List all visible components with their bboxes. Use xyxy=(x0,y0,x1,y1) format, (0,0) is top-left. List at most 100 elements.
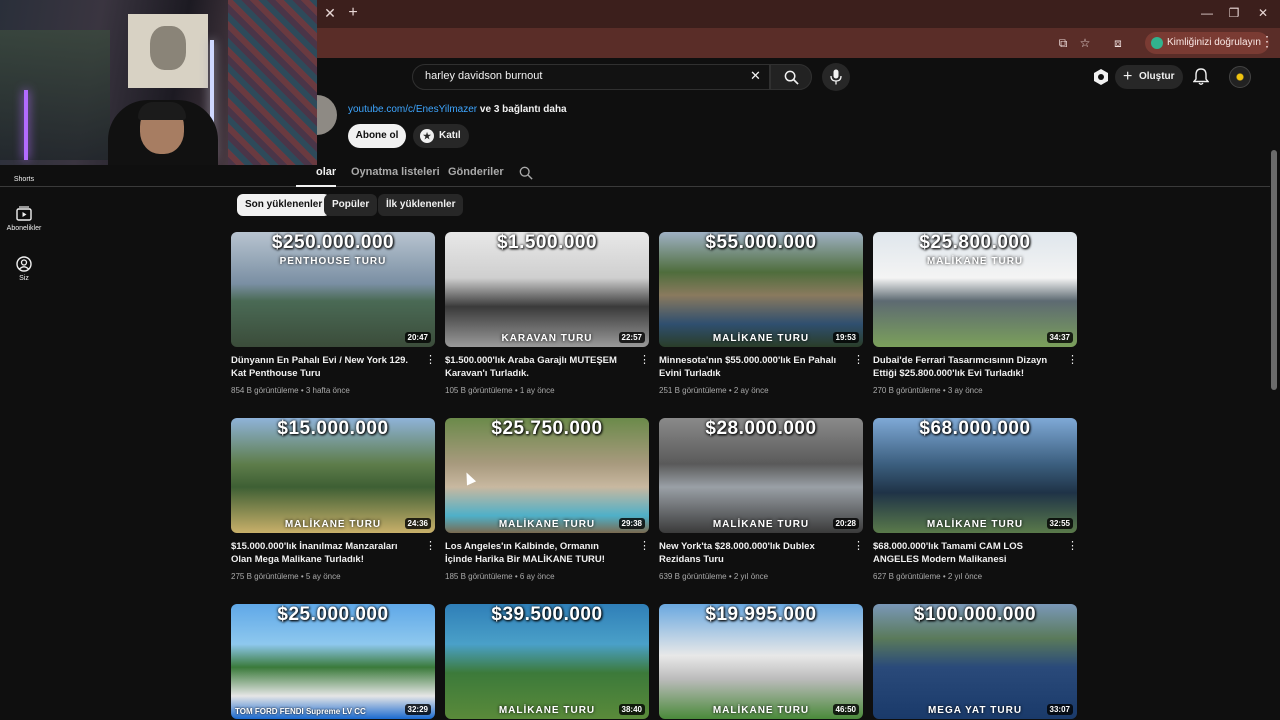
minimize-icon[interactable]: — xyxy=(1196,4,1218,22)
video-thumbnail[interactable]: $55.000.000 MALİKANE TURU 19:53 xyxy=(659,232,863,347)
search-button[interactable] xyxy=(770,64,812,90)
video-title[interactable]: Minnesota'nın $55.000.000'lık En Pahalı … xyxy=(659,354,843,380)
restore-icon[interactable]: ❐ xyxy=(1223,4,1245,22)
video-menu-icon[interactable]: ⋮ xyxy=(853,541,864,552)
video-thumbnail[interactable]: $15.000.000 MALİKANE TURU 24:36 xyxy=(231,418,435,533)
video-duration: 24:36 xyxy=(404,518,431,529)
webcam-shelf xyxy=(0,30,110,160)
sidebar-item-subscriptions[interactable]: Abonelikler xyxy=(0,206,48,232)
video-card[interactable]: $19.995.000 MALİKANE TURU 46:50 xyxy=(659,604,863,719)
video-card[interactable]: $68.000.000 MALİKANE TURU 32:55 $68.000.000… xyxy=(873,418,1078,581)
thumbnail-price-text: $55.000.000 xyxy=(705,232,817,253)
video-card[interactable]: $28.000.000 MALİKANE TURU 20:28 New York'ta… xyxy=(659,418,864,581)
subscribe-button[interactable]: Abone ol xyxy=(348,124,406,148)
chip-popular[interactable]: Popüler xyxy=(324,194,378,216)
video-duration: 32:55 xyxy=(1046,518,1073,529)
new-tab-icon[interactable]: + xyxy=(344,3,362,23)
microphone-icon xyxy=(830,69,842,85)
sidebar-item-you[interactable]: Siz xyxy=(0,256,48,282)
video-title[interactable]: $68.000.000'lık Tamami CAM LOS ANGELES M… xyxy=(873,540,1057,566)
channel-search-icon[interactable] xyxy=(519,166,533,180)
video-thumbnail[interactable]: $28.000.000 MALİKANE TURU 20:28 xyxy=(659,418,863,533)
video-card[interactable]: $39.500.000 MALİKANE TURU 38:40 xyxy=(445,604,649,719)
channel-avatar[interactable] xyxy=(317,95,337,135)
youtube-studio-icon[interactable] xyxy=(1092,68,1110,86)
video-menu-icon[interactable]: ⋮ xyxy=(853,355,864,366)
create-button[interactable]: + Oluştur xyxy=(1115,65,1183,89)
account-avatar[interactable] xyxy=(1229,66,1251,88)
chip-oldest[interactable]: İlk yüklenenler xyxy=(378,194,464,216)
video-card[interactable]: $15.000.000 MALİKANE TURU 24:36 $15.000.000… xyxy=(231,418,436,581)
tab-posts[interactable]: Gönderiler xyxy=(448,166,504,178)
video-thumbnail[interactable]: $25.000.000 TOM FORD FENDI Supreme LV CC 3… xyxy=(231,604,435,719)
video-meta: 105 B görüntüleme • 1 ay önce xyxy=(445,386,555,395)
video-thumbnail[interactable]: $1.500.000 KARAVAN TURU 22:57 xyxy=(445,232,649,347)
video-thumbnail[interactable]: $39.500.000 MALİKANE TURU 38:40 xyxy=(445,604,649,719)
profile-verify-chip[interactable]: Kimliğinizi doğrulayın xyxy=(1145,32,1269,54)
video-thumbnail[interactable]: $19.995.000 MALİKANE TURU 46:50 xyxy=(659,604,863,719)
video-card[interactable]: $25.750.000 MALİKANE TURU 29:38 Los Angeles… xyxy=(445,418,650,581)
video-duration: 32:29 xyxy=(404,704,431,715)
video-duration: 46:50 xyxy=(832,704,859,715)
video-card[interactable]: $25.000.000 TOM FORD FENDI Supreme LV CC 3… xyxy=(231,604,435,719)
clear-search-icon[interactable]: ✕ xyxy=(750,68,761,84)
video-thumbnail[interactable]: $25.800.000 MALİKANE TURU 34:37 xyxy=(873,232,1077,347)
video-menu-icon[interactable]: ⋮ xyxy=(425,355,436,366)
video-title[interactable]: New York'ta $28.000.000'lık Dublex Rezid… xyxy=(659,540,843,566)
video-menu-icon[interactable]: ⋮ xyxy=(1067,541,1078,552)
webcam-person-beanie xyxy=(138,102,186,120)
video-card[interactable]: $250.000.000 PENTHOUSE TURU 20:47 Dünyanın … xyxy=(231,232,436,395)
channel-links[interactable]: youtube.com/c/EnesYilmazer ve 3 bağlantı… xyxy=(348,104,567,115)
video-thumbnail[interactable]: $25.750.000 MALİKANE TURU 29:38 xyxy=(445,418,649,533)
thumbnail-price-text: $25.800.000 xyxy=(919,232,1031,253)
install-app-icon[interactable]: ⧉ xyxy=(1054,34,1072,52)
browser-menu-icon[interactable]: ⋮ xyxy=(1260,33,1274,53)
video-duration: 20:47 xyxy=(404,332,431,343)
video-menu-icon[interactable]: ⋮ xyxy=(425,541,436,552)
video-title[interactable]: Dubai'de Ferrari Tasarımcısının Dizayn E… xyxy=(873,354,1057,380)
video-card[interactable]: $55.000.000 MALİKANE TURU 19:53 Minnesota'n… xyxy=(659,232,864,395)
video-meta: 251 B görüntüleme • 2 ay önce xyxy=(659,386,769,395)
bookmark-star-icon[interactable]: ☆ xyxy=(1076,34,1094,52)
notifications-bell-icon[interactable] xyxy=(1193,68,1209,86)
video-card[interactable]: $100.000.000 MEGA YAT TURU 33:07 xyxy=(873,604,1077,719)
video-menu-icon[interactable]: ⋮ xyxy=(639,355,650,366)
channel-link-more[interactable]: ve 3 bağlantı daha xyxy=(480,104,567,115)
plus-icon: + xyxy=(1123,68,1133,85)
search-input[interactable]: harley davidson burnout ✕ xyxy=(412,64,770,90)
subscriptions-icon xyxy=(16,206,32,221)
thumbnail-price-text: $1.500.000 xyxy=(496,232,598,253)
video-thumbnail[interactable]: $250.000.000 PENTHOUSE TURU 20:47 xyxy=(231,232,435,347)
video-meta: 275 B görüntüleme • 5 ay önce xyxy=(231,572,341,581)
tab-close-icon[interactable]: ✕ xyxy=(322,4,338,22)
extensions-icon[interactable]: ⧈ xyxy=(1109,34,1127,52)
video-duration: 29:38 xyxy=(618,518,645,529)
voice-search-button[interactable] xyxy=(822,63,850,91)
video-card[interactable]: $1.500.000 KARAVAN TURU 22:57 $1.500.000'lı… xyxy=(445,232,650,395)
sidebar-item-label: Siz xyxy=(19,275,29,282)
create-label: Oluştur xyxy=(1139,71,1175,82)
chip-latest[interactable]: Son yüklenenler xyxy=(237,194,331,216)
close-window-icon[interactable]: ✕ xyxy=(1252,4,1274,22)
thumbnail-brands-text: TOM FORD FENDI Supreme LV CC xyxy=(235,707,366,716)
video-title[interactable]: Los Angeles'ın Kalbinde, Ormanın İçinde … xyxy=(445,540,629,566)
tab-videos[interactable]: olar xyxy=(316,166,336,178)
video-card[interactable]: $25.800.000 MALİKANE TURU 34:37 Dubai'de Fe… xyxy=(873,232,1078,395)
video-title[interactable]: $15.000.000'lık İnanılmaz Manzaraları Ol… xyxy=(231,540,415,566)
page-scrollbar[interactable] xyxy=(1271,150,1277,390)
webcam-graffiti-wall xyxy=(228,0,317,165)
thumbnail-price-text: $25.750.000 xyxy=(491,418,603,439)
video-thumbnail[interactable]: $68.000.000 MALİKANE TURU 32:55 xyxy=(873,418,1077,533)
video-duration: 33:07 xyxy=(1046,704,1073,715)
video-title[interactable]: Dünyanın En Pahalı Evi / New York 129. K… xyxy=(231,354,415,380)
thumbnail-price-text: $15.000.000 xyxy=(277,418,389,439)
tab-playlists[interactable]: Oynatma listeleri xyxy=(351,166,440,178)
profile-chip-label: Kimliğinizi doğrulayın xyxy=(1167,37,1261,48)
video-menu-icon[interactable]: ⋮ xyxy=(639,541,650,552)
video-menu-icon[interactable]: ⋮ xyxy=(1067,355,1078,366)
sidebar-item-label: Abonelikler xyxy=(6,225,42,232)
join-button[interactable]: ★ Katıl xyxy=(413,124,469,148)
channel-link-url[interactable]: youtube.com/c/EnesYilmazer xyxy=(348,104,477,115)
video-title[interactable]: $1.500.000'lık Araba Garajlı MUTEŞEM Kar… xyxy=(445,354,629,380)
video-thumbnail[interactable]: $100.000.000 MEGA YAT TURU 33:07 xyxy=(873,604,1077,719)
